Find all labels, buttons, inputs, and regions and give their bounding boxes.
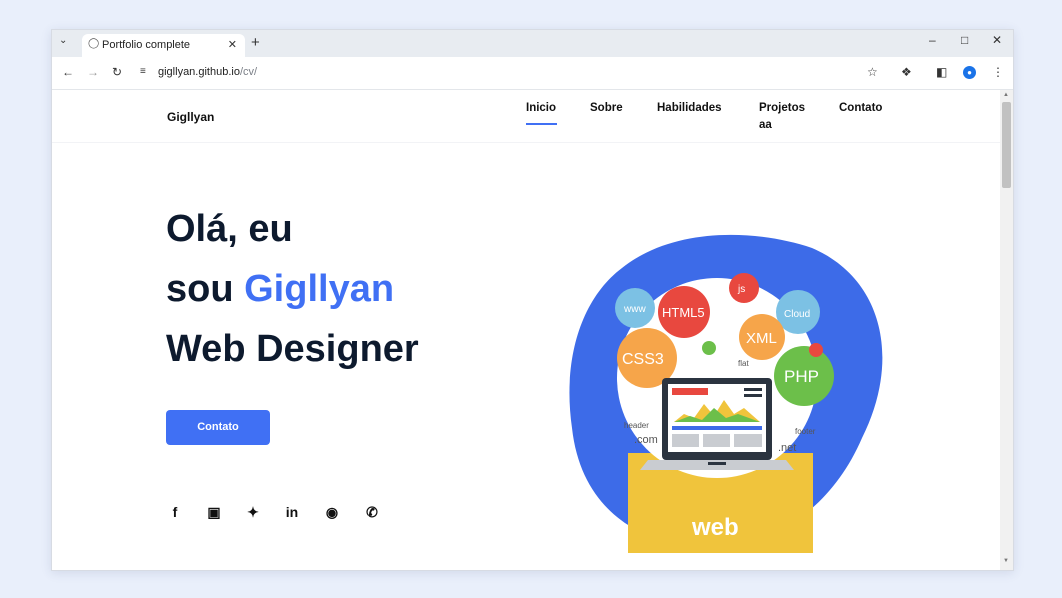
reload-icon[interactable]: ↻: [112, 65, 122, 79]
bubble-php-label: PHP: [784, 367, 819, 386]
bubble-xml-label: XML: [746, 330, 777, 347]
nav-contato[interactable]: Contato: [839, 100, 882, 117]
address-host: gigllyan.github.io: [158, 66, 240, 78]
profile-avatar-icon[interactable]: ●: [963, 66, 976, 79]
address-path: /cv/: [239, 66, 258, 78]
browser-toolbar: ← → ↻ ≡ gigllyan.github.io/cv/ ☆ ❖ ◧ ● ⋮: [52, 57, 1013, 90]
hero-line-2-prefix: sou: [166, 268, 245, 310]
dot-green: [702, 341, 716, 355]
bubble-js-label: js: [737, 284, 745, 295]
instagram-icon[interactable]: ▣: [205, 504, 223, 521]
bubble-html5-label: HTML5: [662, 305, 705, 320]
facebook-icon[interactable]: f: [166, 504, 184, 520]
whatsapp-icon[interactable]: ✆: [363, 504, 381, 521]
side-panel-icon[interactable]: ◧: [936, 65, 947, 79]
browser-menu-icon[interactable]: ⋮: [992, 65, 1004, 79]
nav-active-indicator: [526, 123, 557, 125]
tag-dotcom: .com: [634, 434, 658, 446]
tab-strip: ⌄ ◯ Portfolio complete ✕ + – □ ✕: [52, 30, 1013, 57]
forward-icon[interactable]: →: [87, 65, 99, 79]
tab-title: Portfolio complete: [102, 39, 191, 51]
scroll-up-icon[interactable]: ▲: [1003, 92, 1009, 98]
web-page: Gigllyan Inicio Sobre Habilidades Projet…: [52, 90, 1000, 570]
bubble-css3-label: CSS3: [622, 351, 664, 368]
tag-dotnet: .net: [778, 442, 796, 454]
github-icon[interactable]: ◉: [323, 504, 341, 521]
new-tab-icon[interactable]: +: [251, 34, 260, 51]
linkedin-icon[interactable]: in: [283, 504, 301, 520]
page-scrollbar[interactable]: ▲ ▼: [1000, 90, 1013, 570]
tag-flat: flat: [738, 359, 749, 368]
hero-line-3: Web Designer: [166, 328, 419, 370]
nav-inicio[interactable]: Inicio: [526, 100, 556, 117]
hero-line-1: Olá, eu: [166, 208, 293, 250]
back-icon[interactable]: ←: [62, 65, 74, 79]
browser-window: ⌄ ◯ Portfolio complete ✕ + – □ ✕ ← → ↻ ≡…: [51, 29, 1014, 571]
bubble-cloud-label: Cloud: [784, 309, 810, 320]
nav-projetos[interactable]: Projetos aa: [759, 100, 811, 134]
hero-name: Gigllyan: [244, 268, 395, 310]
site-header: Gigllyan Inicio Sobre Habilidades Projet…: [52, 90, 1000, 143]
tag-footer: footer: [795, 427, 816, 436]
nav-sobre[interactable]: Sobre: [590, 100, 623, 117]
nav-habilidades[interactable]: Habilidades: [657, 100, 722, 117]
tag-header: header: [624, 421, 649, 430]
hero-line-2: sou Gigllyan: [166, 268, 394, 311]
browser-tab[interactable]: ◯ Portfolio complete ✕: [82, 34, 245, 57]
site-favicon-icon: ◯: [88, 38, 100, 49]
address-bar[interactable]: gigllyan.github.io/cv/: [158, 66, 257, 78]
extensions-icon[interactable]: ❖: [901, 65, 912, 79]
site-info-icon[interactable]: ≡: [140, 66, 146, 77]
scroll-thumb[interactable]: [1002, 102, 1011, 188]
maximize-icon[interactable]: □: [961, 33, 968, 47]
site-logo[interactable]: Gigllyan: [167, 110, 214, 124]
close-tab-icon[interactable]: ✕: [228, 38, 237, 51]
scroll-down-icon[interactable]: ▼: [1003, 558, 1009, 564]
web-banner-label: web: [691, 514, 739, 541]
close-window-icon[interactable]: ✕: [992, 33, 1002, 47]
laptop-illustration: [640, 378, 794, 470]
tab-search-icon[interactable]: ⌄: [59, 35, 67, 46]
dot-red: [809, 343, 823, 357]
web-illustration: www HTML5 js Cloud XML CSS3 PHP flat hea…: [569, 234, 883, 553]
twitter-icon[interactable]: ✦: [244, 504, 262, 521]
minimize-icon[interactable]: –: [929, 33, 936, 47]
contact-button[interactable]: Contato: [166, 410, 270, 445]
bubble-www-label: www: [623, 304, 646, 315]
bookmark-star-icon[interactable]: ☆: [867, 65, 878, 79]
